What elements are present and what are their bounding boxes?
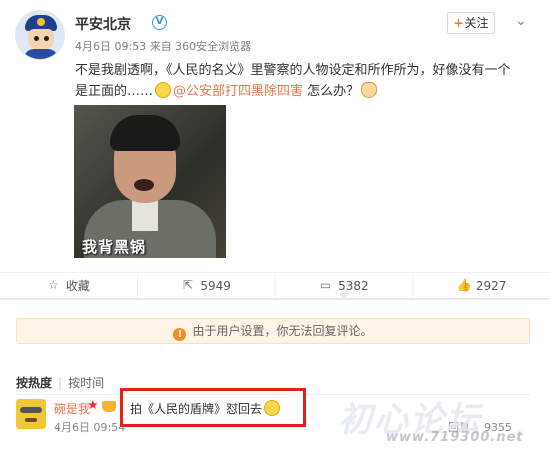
image-caption: 我背黑锅 [82, 238, 147, 256]
like-count: 2927 [475, 278, 507, 293]
comment-button[interactable]: ▭ 5382 [276, 273, 414, 299]
favorite-label: 收藏 [65, 279, 90, 293]
comment-count: 5382 [338, 278, 369, 293]
verified-icon: V [152, 15, 167, 30]
cat-emoji-icon [361, 82, 378, 98]
reply-disabled-notice: ! 由于用户设置，你无法回复评论。 [16, 318, 530, 344]
crown-badge-icon [102, 401, 116, 412]
highlight-box [120, 388, 306, 427]
sort-by-hot-tab[interactable]: 按热度 [16, 376, 52, 390]
follow-button[interactable]: +关注 [447, 12, 495, 34]
plus-icon: + [453, 16, 464, 30]
author-name[interactable]: 平安北京 [75, 14, 131, 34]
post-text-end: 怎么办？ [303, 84, 360, 99]
comment-date: 4月6日 09:54 [54, 421, 126, 434]
chevron-down-icon[interactable]: ⌄ [515, 14, 529, 28]
follow-label: 关注 [464, 16, 489, 30]
watermark: 初心论坛 www.719300.net [338, 392, 548, 447]
repost-button[interactable]: ⇱ 5949 [138, 273, 276, 298]
weibo-post: 平安北京 V 4月6日 09:53 来自 360安全浏览器 +关注 ⌄ 不是我剧… [0, 0, 550, 300]
repost-icon: ⇱ [182, 278, 193, 292]
crying-emoji-icon [155, 82, 172, 98]
commenter-name[interactable]: 碗是我 [54, 400, 90, 417]
post-image[interactable]: 我背黑锅 [74, 105, 226, 258]
star-outline-icon: ☆ [47, 278, 59, 292]
post-action-bar: ☆ 收藏 ⇱ 5949 ▭ 5382 👍 2927 [0, 272, 550, 300]
favorite-button[interactable]: ☆ 收藏 [0, 273, 138, 298]
star-badge-icon: ★ [87, 398, 99, 413]
notice-text: 由于用户设置，你无法回复评论。 [192, 324, 373, 338]
post-meta: 4月6日 09:53 来自 360安全浏览器 [75, 40, 252, 53]
sort-divider: | [58, 376, 63, 390]
sort-by-time-tab[interactable]: 按时间 [68, 376, 104, 390]
comment-sort: 按热度 | 按时间 [16, 374, 104, 391]
warning-icon: ! [173, 328, 187, 341]
thumbs-up-icon: 👍 [456, 278, 472, 292]
commenter-avatar[interactable] [16, 399, 46, 429]
comment-icon: ▭ [319, 278, 332, 292]
mention-link[interactable]: @公安部打四黑除四害 [173, 84, 303, 99]
repost-count: 5949 [200, 278, 231, 293]
post-text: 不是我剧透啊，《人民的名义》里警察的人物设定和所作所为，好像没有一个是正面的……… [75, 60, 515, 102]
author-avatar[interactable] [15, 10, 65, 60]
watermark-url: www.719300.net [386, 430, 524, 445]
like-button[interactable]: 👍 2927 [413, 273, 550, 298]
